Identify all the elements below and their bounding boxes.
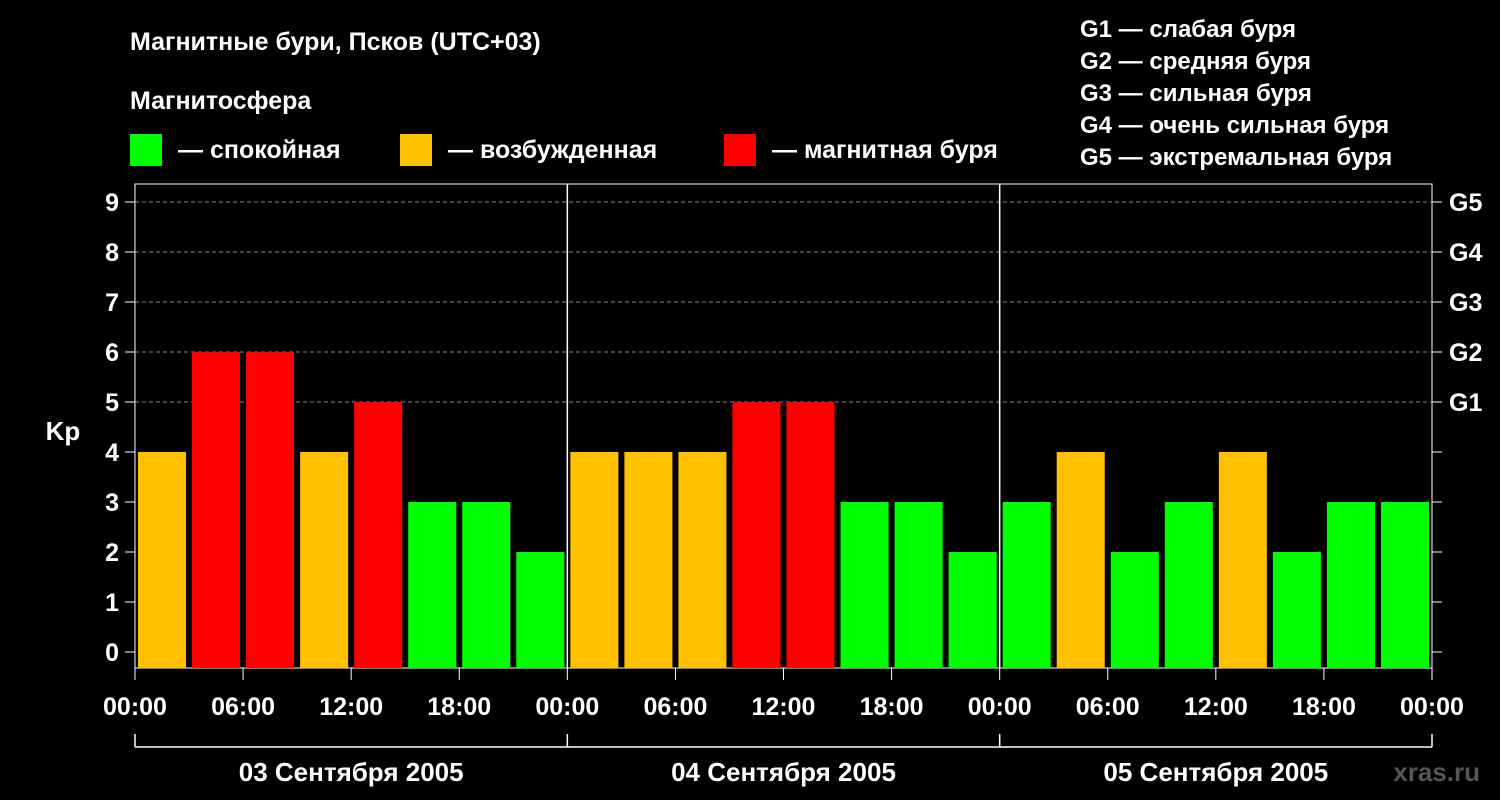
- kp-bar: [1110, 552, 1159, 668]
- legend-title: Магнитосфера: [130, 87, 312, 115]
- y-tick-label: 8: [105, 239, 119, 267]
- plot-area: 0 1 2 3 4 5 6 7 8 9 G1 G2 G3 G4 G5 00:00 06:00 12:00 18:00…: [103, 183, 1482, 787]
- x-tick-label: 06:00: [1076, 693, 1140, 721]
- x-tick-label: 18:00: [860, 693, 924, 721]
- y-tick-label: 0: [105, 639, 119, 667]
- kp-bar: [1272, 552, 1321, 668]
- day-label: 04 Сентября 2005: [671, 757, 896, 787]
- x-tick-label: 18:00: [1292, 693, 1356, 721]
- kp-bar: [354, 402, 403, 668]
- storm-scale-g3: G3 — сильная буря: [1080, 80, 1312, 107]
- x-tick-label: 00:00: [968, 693, 1032, 721]
- kp-bar: [300, 452, 349, 668]
- x-tick-label: 06:00: [643, 693, 707, 721]
- y-tick-label: 2: [105, 539, 119, 567]
- storm-scale-g1: G1 — слабая буря: [1080, 16, 1296, 43]
- storm-scale-g5: G5 — экстремальная буря: [1080, 144, 1392, 171]
- storm-scale: G1 — слабая буря G2 — средняя буря G3 — …: [1080, 16, 1392, 171]
- day-label: 05 Сентября 2005: [1103, 757, 1328, 787]
- y-tick-label: 6: [105, 339, 119, 367]
- x-tick-label: 00:00: [1400, 693, 1464, 721]
- x-tick-label: 18:00: [427, 693, 491, 721]
- legend-label-storm: — магнитная буря: [772, 136, 998, 164]
- kp-bar: [678, 452, 727, 668]
- legend: — спокойная — возбужденная — магнитная б…: [130, 134, 998, 166]
- x-tick-label: 00:00: [535, 693, 599, 721]
- kp-bar: [786, 402, 835, 668]
- storm-scale-g4: G4 — очень сильная буря: [1080, 112, 1389, 139]
- kp-bar: [246, 352, 295, 668]
- kp-bar: [138, 452, 187, 668]
- kp-bar: [624, 452, 673, 668]
- g-level-label: G1: [1449, 389, 1482, 417]
- x-tick-label: 12:00: [1184, 693, 1248, 721]
- kp-chart: Магнитные бури, Псков (UTC+03) Магнитосф…: [46, 16, 1483, 787]
- kp-bar: [408, 502, 457, 668]
- legend-swatch-storm: [724, 134, 756, 166]
- legend-label-quiet: — спокойная: [178, 136, 341, 164]
- watermark: xras.ru: [1393, 757, 1480, 787]
- legend-swatch-quiet: [130, 134, 162, 166]
- kp-bar: [570, 452, 619, 668]
- g-level-label: G3: [1449, 289, 1482, 317]
- kp-bar: [1056, 452, 1105, 668]
- y-axis-label: Kp: [46, 416, 81, 446]
- y-tick-label: 1: [105, 589, 119, 617]
- legend-swatch-active: [400, 134, 432, 166]
- g-level-label: G4: [1449, 239, 1482, 267]
- y-tick-label: 7: [105, 289, 119, 317]
- kp-bar: [1164, 502, 1213, 668]
- x-tick-label: 00:00: [103, 693, 167, 721]
- chart-title: Магнитные бури, Псков (UTC+03): [130, 28, 541, 56]
- y-tick-label: 9: [105, 189, 119, 217]
- kp-bar: [1218, 452, 1267, 668]
- kp-bar: [516, 552, 565, 668]
- x-tick-label: 12:00: [752, 693, 816, 721]
- g-level-label: G5: [1449, 189, 1482, 217]
- kp-bar: [1002, 502, 1051, 668]
- kp-bar: [1326, 502, 1375, 668]
- kp-bar: [948, 552, 997, 668]
- y-tick-label: 4: [105, 439, 119, 467]
- g-level-label: G2: [1449, 339, 1482, 367]
- kp-bar: [840, 502, 889, 668]
- kp-bar: [894, 502, 943, 668]
- y-tick-label: 5: [105, 389, 119, 417]
- x-tick-label: 12:00: [319, 693, 383, 721]
- legend-label-active: — возбужденная: [448, 136, 657, 164]
- kp-bar: [192, 352, 241, 668]
- kp-bar: [732, 402, 781, 668]
- kp-bar: [462, 502, 511, 668]
- day-label: 03 Сентября 2005: [239, 757, 464, 787]
- x-tick-label: 06:00: [211, 693, 275, 721]
- storm-scale-g2: G2 — средняя буря: [1080, 48, 1311, 75]
- y-tick-label: 3: [105, 489, 119, 517]
- kp-bar: [1380, 502, 1429, 668]
